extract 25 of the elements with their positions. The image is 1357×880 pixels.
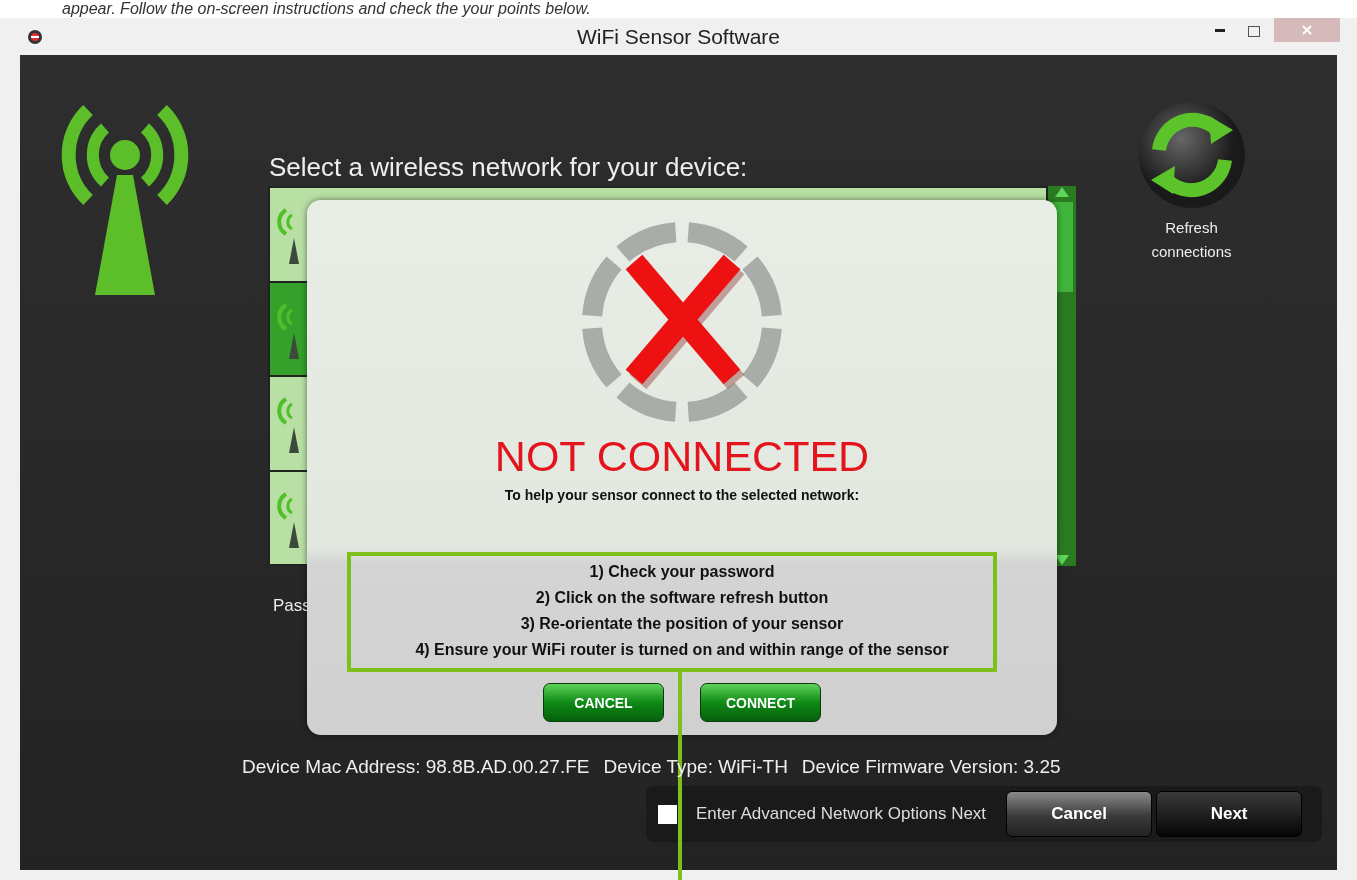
cancel-button[interactable]: CANCEL (543, 683, 664, 722)
list-heading: Select a wireless network for your device: (269, 152, 748, 182)
step-text: 3) Re-orientate the position of your sensor (520, 615, 844, 633)
refresh-icon[interactable] (1136, 100, 1247, 210)
device-info-text: Device Mac Address: 98.8B.AD.00.27.FE (242, 756, 590, 778)
maximize-icon (1248, 25, 1260, 37)
step-text: 4) Ensure your WiFi router is turned on and within range of the sensor (415, 641, 949, 659)
cancel-button[interactable]: Cancel (1006, 791, 1153, 837)
scroll-up-icon[interactable] (1054, 186, 1070, 198)
close-icon (1302, 25, 1312, 35)
minimize-icon (1215, 29, 1225, 33)
refresh-label[interactable]: Refresh connections (1136, 216, 1247, 264)
caption-text: appear. Follow the on-screen instructions and check the your points below. (62, 0, 591, 17)
connect-button[interactable]: CONNECT (700, 683, 821, 722)
advanced-checkbox[interactable] (658, 804, 677, 824)
help-text: To help your sensor connect to the selected network: (504, 487, 860, 503)
device-info-text: Device Firmware Version: 3.25 (801, 756, 1061, 778)
scroll-down-icon[interactable] (1054, 554, 1070, 566)
window-title: WiFi Sensor Software (576, 24, 781, 48)
next-button[interactable]: Next (1156, 791, 1303, 837)
status-text: NOT CONNECTED (494, 432, 870, 481)
step-text: 2) Click on the software refresh button (535, 589, 829, 607)
step-text: 1) Check your password (589, 563, 775, 581)
advanced-label: Enter Advanced Network Options Next (696, 804, 987, 824)
app-logo-icon (27, 28, 43, 45)
